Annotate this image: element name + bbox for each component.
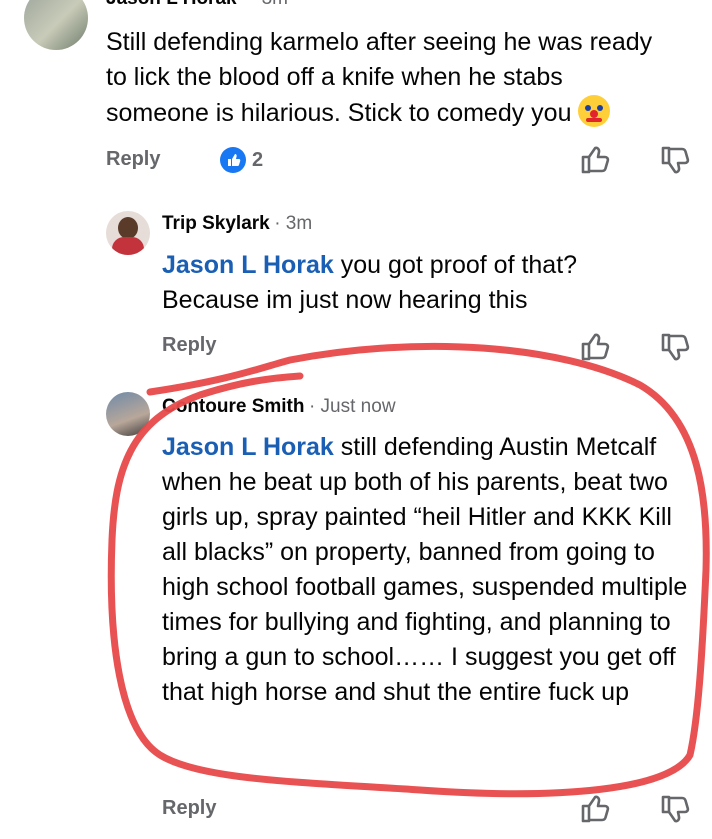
mention-link[interactable]: Jason L Horak [162,251,334,279]
thumbs-down-icon[interactable] [660,332,690,369]
reaction-count[interactable]: 2 [220,147,263,173]
comment-text: Jason L Horak still defending Austin Met… [162,430,697,710]
comment-timestamp: · 3m [274,213,313,234]
reply-button[interactable]: Reply [162,334,216,357]
comment-author[interactable]: Jason L Horak [106,0,237,10]
thumbs-down-icon[interactable] [660,794,690,831]
comment-text: Still defending karmelo after seeing he … [106,25,666,131]
clown-emoji-icon [578,95,611,127]
comment-timestamp: · 3m [250,0,288,10]
thumbs-up-icon[interactable] [580,792,610,829]
comment-text: Jason L Horak you got proof of that? Bec… [162,248,662,318]
avatar[interactable] [106,211,150,255]
like-count: 2 [252,148,264,171]
mention-link[interactable]: Jason L Horak [162,433,334,461]
comment-text-content: Still defending karmelo after seeing he … [106,28,653,127]
comment-timestamp: · Just now [308,396,396,417]
avatar[interactable] [106,392,150,436]
comment-author[interactable]: Contoure Smith [162,396,305,417]
thumbs-up-icon[interactable] [580,330,610,367]
thumbs-up-icon[interactable] [580,143,610,180]
comment-author[interactable]: Trip Skylark [162,213,270,234]
thumbs-down-icon[interactable] [660,145,690,182]
comment-header: Contoure Smith · Just now [162,396,396,418]
reply-button[interactable]: Reply [162,797,216,820]
like-reaction-icon [220,147,246,173]
reply-button[interactable]: Reply [106,148,160,171]
comment-text-content: still defending Austin Metcalf when he b… [162,433,688,706]
comment-header: Trip Skylark · 3m [162,213,312,235]
avatar[interactable] [24,0,88,50]
